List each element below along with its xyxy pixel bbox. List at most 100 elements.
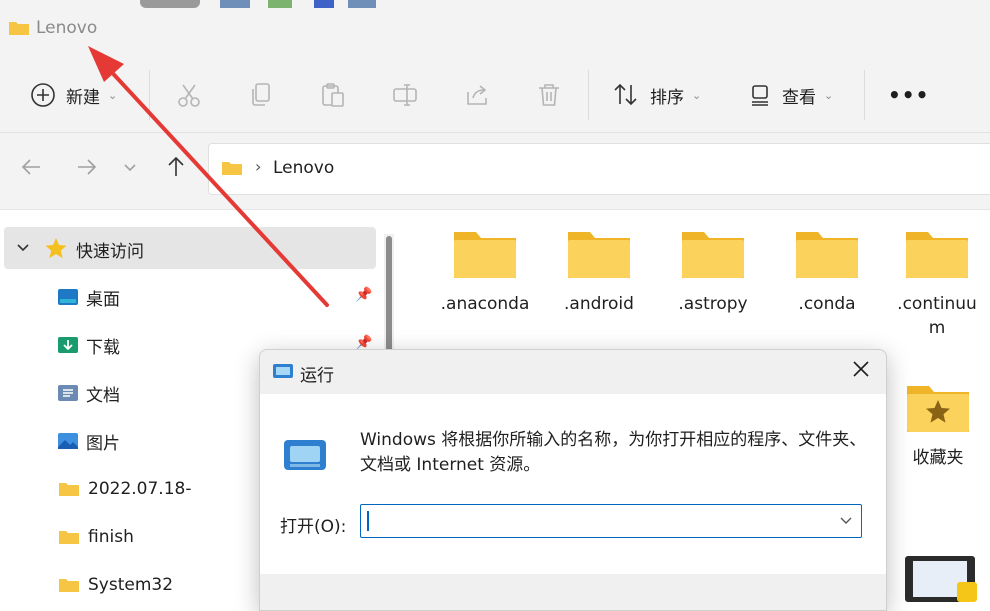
window-title: Lenovo bbox=[36, 18, 98, 38]
plus-circle-icon bbox=[31, 83, 55, 107]
folder-icon bbox=[454, 232, 516, 278]
file-name: 收藏夹 bbox=[912, 448, 964, 468]
file-name: .continuu m bbox=[897, 294, 977, 338]
clipboard-icon bbox=[322, 83, 344, 107]
divider bbox=[588, 70, 589, 120]
copy-button[interactable] bbox=[248, 58, 274, 132]
title-bar: Lenovo bbox=[0, 0, 990, 58]
folder-icon bbox=[59, 531, 79, 544]
sidebar-item-pictures[interactable]: 图片 bbox=[58, 421, 120, 461]
rename-icon bbox=[393, 84, 417, 106]
view-button[interactable]: 查看 ⌄ bbox=[748, 58, 833, 132]
run-icon bbox=[273, 364, 293, 378]
up-button[interactable] bbox=[164, 155, 188, 183]
new-label: 新建 bbox=[66, 87, 100, 108]
chevron-down-icon[interactable] bbox=[839, 515, 853, 527]
app-icon bbox=[348, 0, 376, 8]
file-name: .android bbox=[564, 294, 634, 314]
share-button[interactable] bbox=[464, 58, 490, 132]
quick-access-label: 快速访问 bbox=[76, 242, 144, 262]
sort-label: 排序 bbox=[650, 87, 684, 108]
recent-locations-button[interactable] bbox=[122, 159, 138, 179]
breadcrumb-chevron-icon: › bbox=[255, 157, 262, 176]
folder-icon bbox=[59, 579, 79, 592]
favorites-item[interactable]: 收藏夹 bbox=[886, 382, 990, 470]
folder-item[interactable]: .conda bbox=[772, 228, 882, 316]
folder-icon bbox=[222, 162, 242, 175]
sidebar-item-label: 下载 bbox=[86, 337, 120, 358]
pin-icon[interactable]: 📌 bbox=[355, 287, 372, 303]
download-icon bbox=[58, 337, 78, 353]
dialog-description: Windows 将根据你所输入的名称，为你打开相应的程序、文件夹、文档或 Int… bbox=[360, 430, 867, 475]
expand-chevron-icon[interactable] bbox=[14, 238, 32, 260]
breadcrumb[interactable]: Lenovo bbox=[273, 158, 334, 178]
arrow-right-icon bbox=[78, 159, 97, 175]
folder-icon bbox=[682, 232, 744, 278]
copy-icon bbox=[252, 83, 270, 106]
cut-button[interactable] bbox=[176, 58, 202, 132]
folder-item[interactable]: .continuu m bbox=[884, 228, 990, 340]
folder-icon bbox=[796, 232, 858, 278]
open-input[interactable] bbox=[360, 504, 862, 538]
command-bar: 新建 ⌄ 排序 ⌄ 查看 ⌄ ••• bbox=[0, 58, 990, 133]
folder-item[interactable]: .android bbox=[544, 228, 654, 316]
document-icon bbox=[58, 385, 78, 401]
scissors-icon bbox=[178, 84, 200, 107]
trash-icon bbox=[539, 84, 559, 106]
text-cursor bbox=[367, 511, 369, 531]
video-player-thumbnail[interactable] bbox=[905, 556, 977, 602]
back-button[interactable] bbox=[20, 155, 44, 183]
star-icon bbox=[44, 236, 68, 264]
close-button[interactable] bbox=[848, 356, 874, 382]
chevron-down-icon: ⌄ bbox=[824, 88, 834, 102]
sidebar-item-label: System32 bbox=[88, 575, 174, 595]
arrow-up-icon bbox=[168, 156, 184, 176]
sort-icon bbox=[614, 83, 637, 106]
sort-button[interactable]: 排序 ⌄ bbox=[612, 58, 701, 132]
folder-icon bbox=[9, 22, 29, 35]
view-label: 查看 bbox=[782, 87, 816, 108]
taskbar-thumbnail-icon bbox=[140, 0, 200, 8]
dialog-title: 运行 bbox=[300, 366, 334, 386]
folder-item[interactable]: .astropy bbox=[658, 228, 768, 316]
run-program-icon bbox=[284, 440, 326, 470]
address-bar[interactable]: › Lenovo bbox=[208, 143, 990, 195]
sidebar-item-folder[interactable]: System32 bbox=[58, 565, 173, 605]
more-options-button[interactable]: ••• bbox=[888, 58, 929, 132]
dialog-body: Windows 将根据你所输入的名称，为你打开相应的程序、文件夹、文档或 Int… bbox=[260, 394, 886, 574]
forward-button[interactable] bbox=[74, 155, 98, 183]
arrow-left-icon bbox=[21, 159, 40, 175]
app-icon bbox=[220, 0, 250, 8]
desktop-icon bbox=[58, 289, 78, 305]
sidebar-item-downloads[interactable]: 下载 bbox=[58, 325, 120, 365]
rename-button[interactable] bbox=[392, 58, 418, 132]
delete-button[interactable] bbox=[536, 58, 562, 132]
folder-icon bbox=[59, 483, 79, 496]
sidebar-item-label: 2022.07.18- bbox=[88, 479, 192, 499]
sidebar-item-label: 桌面 bbox=[86, 289, 120, 310]
more-icon: ••• bbox=[888, 83, 930, 107]
chevron-down-icon: ⌄ bbox=[108, 88, 118, 102]
paste-button[interactable] bbox=[320, 58, 346, 132]
app-icon bbox=[314, 0, 334, 8]
sidebar-item-label: 图片 bbox=[86, 433, 120, 454]
folder-item[interactable]: .anaconda bbox=[430, 228, 540, 316]
divider bbox=[864, 70, 865, 120]
new-button[interactable]: 新建 ⌄ bbox=[30, 58, 117, 132]
sidebar-item-documents[interactable]: 文档 bbox=[58, 373, 120, 413]
chevron-down-icon: ⌄ bbox=[692, 88, 702, 102]
close-icon bbox=[853, 361, 869, 377]
favorites-folder-icon bbox=[907, 386, 969, 432]
chevron-down-icon bbox=[124, 164, 136, 172]
picture-icon bbox=[58, 433, 78, 449]
sidebar-item-desktop[interactable]: 桌面 bbox=[58, 277, 120, 317]
app-icon bbox=[268, 0, 292, 8]
divider bbox=[149, 70, 150, 120]
sidebar-item-folder[interactable]: 2022.07.18- bbox=[58, 469, 191, 509]
sidebar-item-label: 文档 bbox=[86, 385, 120, 406]
folder-icon bbox=[568, 232, 630, 278]
folder-icon bbox=[906, 232, 968, 278]
sidebar-item-folder[interactable]: finish bbox=[58, 517, 134, 557]
run-dialog: 运行 Windows 将根据你所输入的名称，为你打开相应的程序、文件夹、文档或 … bbox=[259, 349, 887, 611]
file-name: .conda bbox=[798, 294, 856, 314]
